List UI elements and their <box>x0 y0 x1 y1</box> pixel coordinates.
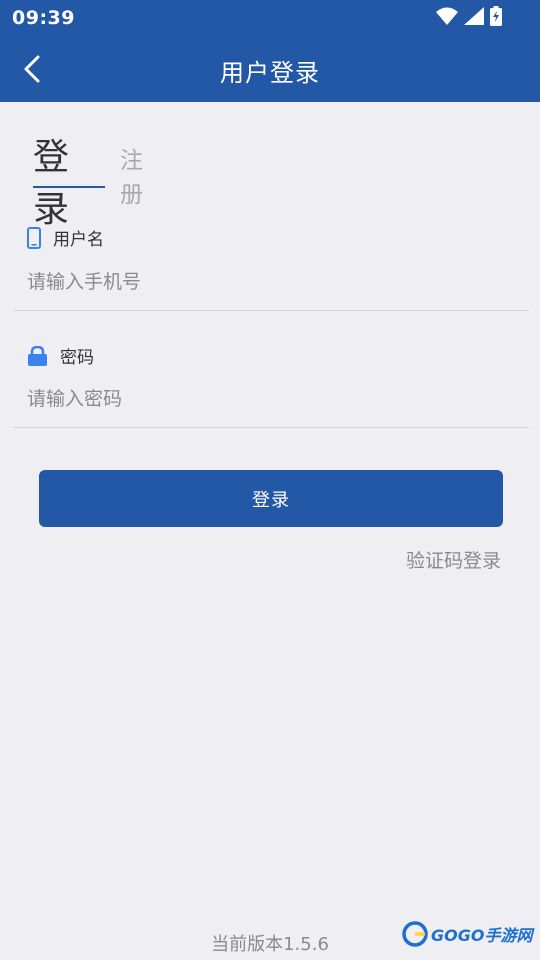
tab-register[interactable]: 注册 <box>120 141 143 209</box>
username-label: 用户名 <box>53 230 104 250</box>
watermark-mark-icon <box>402 921 428 947</box>
app-bar: 用户登录 <box>0 36 540 102</box>
watermark-text: GOGO手游网 <box>431 926 533 945</box>
wifi-icon <box>436 7 458 29</box>
watermark-logo: GOGO手游网 <box>402 910 534 958</box>
tab-login[interactable]: 登录 <box>33 128 106 230</box>
lock-icon <box>28 345 47 366</box>
password-label: 密码 <box>60 348 94 368</box>
status-bar: 09:39 <box>0 0 540 36</box>
signal-icon <box>464 7 484 29</box>
password-input[interactable] <box>27 381 517 417</box>
battery-charging-icon <box>490 6 502 30</box>
username-label-row: 用户名 <box>27 225 104 250</box>
code-login-link[interactable]: 验证码登录 <box>406 546 501 573</box>
login-button[interactable]: 登录 <box>39 470 503 527</box>
status-icons <box>436 6 502 30</box>
page-title: 用户登录 <box>220 59 320 87</box>
password-label-row: 密码 <box>27 343 94 368</box>
username-divider <box>14 310 529 311</box>
phone-icon <box>27 226 41 249</box>
status-time: 09:39 <box>12 7 75 29</box>
password-divider <box>14 427 529 428</box>
username-input[interactable] <box>27 264 517 300</box>
tab-active-indicator <box>33 186 105 188</box>
